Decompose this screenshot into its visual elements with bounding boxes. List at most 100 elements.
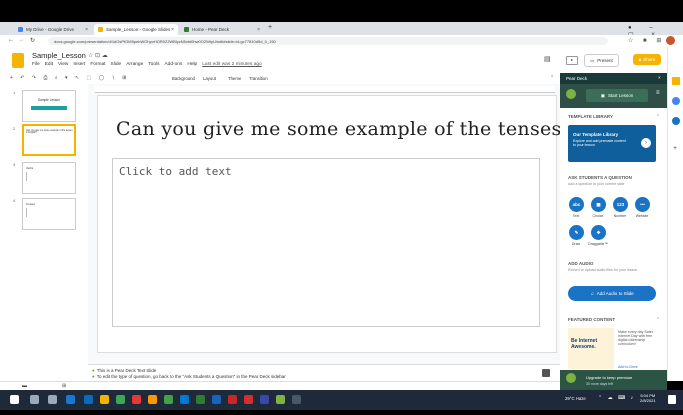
doc-title[interactable]: Sample_Lesson [32, 51, 86, 60]
close-icon[interactable]: × [85, 27, 88, 33]
reload-icon[interactable]: ↻ [30, 37, 35, 44]
slide-thumbnail[interactable]: Verbs [22, 162, 76, 194]
menu-bar: File Edit View Insert Format Slide Arran… [32, 62, 262, 67]
profile-avatar[interactable] [666, 36, 675, 45]
app-icon[interactable] [292, 395, 301, 404]
tasks-icon[interactable] [672, 97, 680, 105]
template-library-card[interactable]: Our Template Library Explore and add pre… [568, 125, 656, 162]
last-edit-link[interactable]: Last edit was 2 minutes ago [202, 62, 261, 67]
contacts-icon[interactable] [672, 117, 680, 125]
file-explorer-icon[interactable] [100, 395, 109, 404]
menu-view[interactable]: View [58, 62, 68, 67]
app-icon[interactable] [132, 395, 141, 404]
number-question-label: Number [613, 214, 627, 218]
excel-icon[interactable] [196, 395, 205, 404]
layout-button[interactable]: Layout [203, 76, 216, 81]
menu-icon[interactable]: ≡ [656, 90, 660, 96]
toolbar-icons[interactable]: + ↶ ↷ ⎙ ⌕ ▾ ↖ ⬚ ◯ ∖ ⊞ [10, 75, 129, 81]
featured-image[interactable]: Be Internet Awesome. [568, 328, 614, 369]
draw-question-button[interactable]: ✎ [569, 225, 584, 240]
theme-button[interactable]: Theme [228, 76, 241, 81]
edge-icon[interactable] [66, 395, 75, 404]
website-question-button[interactable]: ••• [635, 197, 650, 212]
add-audio-sub: Record or upload audio files for your le… [568, 268, 638, 272]
notes-text: This is a Pear Deck Text Slide [96, 368, 157, 373]
add-audio-button[interactable]: ♫ Add Audio to Slide [568, 286, 656, 301]
slide-canvas[interactable]: Can you give me some example of the tens… [97, 95, 675, 353]
chevron-up-icon[interactable]: ⌃ [656, 317, 660, 323]
start-icon[interactable] [10, 395, 19, 404]
chrome-icon[interactable] [164, 395, 173, 404]
url-field[interactable]: docs.google.com/presentation/d/1dOsPtOM9… [48, 37, 608, 45]
app-icon[interactable] [116, 395, 125, 404]
text-question-button[interactable]: abc [569, 197, 584, 212]
acrobat-icon[interactable] [244, 395, 253, 404]
speaker-notes[interactable]: ● This is a Pear Deck Text Slide ● To ed… [88, 364, 560, 382]
clock[interactable]: 5:04 PM 2/8/2021 [640, 393, 656, 403]
menu-file[interactable]: File [32, 62, 40, 67]
app-icon[interactable] [148, 395, 157, 404]
tab-slides[interactable]: Sample_Lesson - Google Slides × [94, 24, 178, 35]
slides-header: Sample_Lesson ☆ ⊡ ☁ File Edit View Inser… [0, 47, 560, 73]
powerpoint-icon[interactable] [228, 395, 237, 404]
start-lesson-button[interactable]: ▣ Start Lesson [586, 89, 648, 102]
menu-format[interactable]: Format [90, 62, 105, 67]
word-icon[interactable] [212, 395, 221, 404]
menu-help[interactable]: Help [187, 62, 197, 67]
pear-deck-toggle-icon[interactable]: ▸ [566, 56, 578, 65]
task-view-icon[interactable] [48, 395, 57, 404]
tray-icons[interactable]: ⌃ ☁ ⌨ ♪ [598, 395, 635, 401]
keep-icon[interactable] [672, 77, 680, 85]
notes-expand-icon[interactable] [542, 369, 550, 377]
new-tab-button[interactable]: + [268, 24, 272, 31]
menu-tools[interactable]: Tools [148, 62, 159, 67]
present-button[interactable]: ▭ Present [584, 54, 619, 67]
extension-icons[interactable]: ☆ ■ ⊞ [628, 37, 665, 44]
collapse-icon[interactable]: ⌃ [550, 75, 554, 81]
arrow-right-icon[interactable]: › [641, 138, 651, 148]
peardeck-title: Pear Deck [566, 76, 588, 81]
background-button[interactable]: Background [172, 76, 195, 81]
star-icon[interactable]: ☆ ⊡ ☁ [88, 52, 108, 59]
add-addon-icon[interactable]: + [673, 145, 677, 152]
slide-thumbnail-selected[interactable]: Can you give me some example of the tens… [22, 124, 76, 156]
add-to-drive-link[interactable]: Add to Drive [618, 365, 638, 369]
forward-icon[interactable]: → [18, 37, 24, 43]
tab-drive[interactable]: My Drive - Google Drive × [14, 24, 92, 35]
share-button[interactable]: 🔒︎ Share [633, 54, 661, 65]
transition-button[interactable]: Transition [249, 76, 268, 81]
search-icon[interactable] [30, 395, 39, 404]
website-question-label: Website [635, 214, 649, 218]
menu-edit[interactable]: Edit [45, 62, 53, 67]
back-icon[interactable]: ← [8, 37, 14, 43]
close-icon[interactable]: × [257, 27, 260, 33]
menu-insert[interactable]: Insert [73, 62, 85, 67]
choice-question-button[interactable]: ▦ [591, 197, 606, 212]
body-text-box[interactable]: Click to add text [112, 158, 540, 327]
upgrade-banner[interactable]: Upgrade to keep premium 30 more days lef… [560, 370, 667, 390]
weather-text[interactable]: 29°C Haze [565, 396, 586, 401]
comments-icon[interactable]: ▤ [544, 55, 551, 63]
app-icon[interactable] [276, 395, 285, 404]
menu-slide[interactable]: Slide [111, 62, 122, 67]
number-question-button[interactable]: 123 [613, 197, 628, 212]
chevron-up-icon[interactable]: ⌃ [656, 114, 660, 120]
slide-thumbnail[interactable]: Tenses [22, 198, 76, 230]
filmstrip-view-icon[interactable]: ⊞ [62, 383, 66, 389]
app-icon[interactable] [180, 395, 189, 404]
app-icon[interactable] [260, 395, 269, 404]
slide-thumbnail[interactable]: Sample Lesson [22, 90, 76, 122]
slide-title[interactable]: Can you give me some example of the tens… [116, 118, 675, 140]
tab-peardeck[interactable]: Home - Pear Deck × [180, 24, 264, 35]
windows-taskbar: 29°C Haze ⌃ ☁ ⌨ ♪ 5:04 PM 2/8/2021 [0, 390, 683, 410]
mail-icon[interactable] [84, 395, 93, 404]
side-panel-rail: + [667, 47, 683, 381]
menu-arrange[interactable]: Arrange [126, 62, 143, 67]
draggable-question-button[interactable]: ✥ [591, 225, 606, 240]
close-icon[interactable]: × [658, 75, 661, 80]
grid-view-icon[interactable]: ▬ [22, 383, 27, 389]
notifications-icon[interactable] [668, 395, 676, 404]
close-icon[interactable]: × [171, 27, 174, 33]
menu-addons[interactable]: Add-ons [164, 62, 182, 67]
share-label: Share [643, 57, 656, 62]
